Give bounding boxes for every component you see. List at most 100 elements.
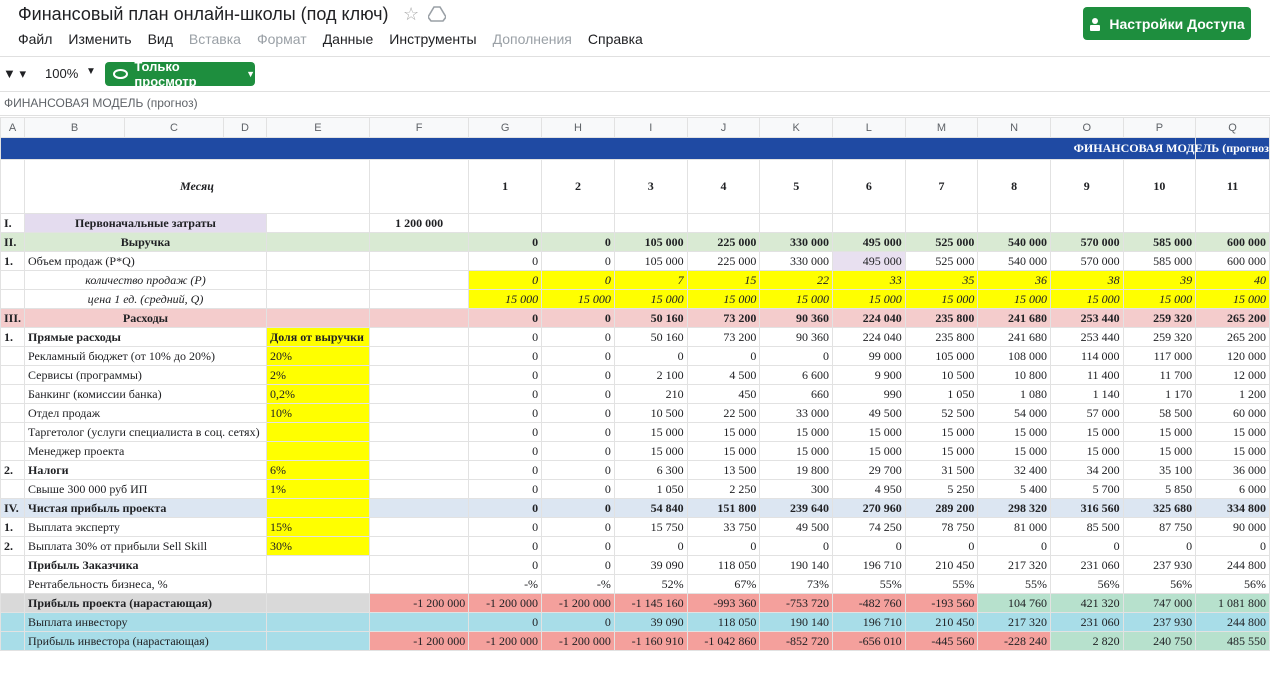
value-cell[interactable] <box>832 213 906 233</box>
month-number[interactable]: 6 <box>832 159 906 214</box>
value-cell[interactable]: 15 000 <box>759 422 834 442</box>
value-cell[interactable]: 0 <box>468 308 543 328</box>
value-cell[interactable]: 120 000 <box>1195 346 1270 366</box>
initial-cell[interactable] <box>368 536 470 556</box>
value-cell[interactable]: 525 000 <box>904 232 979 252</box>
value-cell[interactable]: 52% <box>613 574 688 594</box>
value-cell[interactable]: 585 000 <box>1122 251 1197 271</box>
value-cell[interactable]: 117 000 <box>1122 346 1197 366</box>
value-cell[interactable] <box>1122 213 1197 233</box>
value-cell[interactable]: -482 760 <box>832 593 906 613</box>
value-cell[interactable]: 6 300 <box>613 460 688 480</box>
value-cell[interactable]: 67% <box>686 574 761 594</box>
value-cell[interactable]: 0 <box>686 536 761 556</box>
value-cell[interactable]: 114 000 <box>1049 346 1124 366</box>
value-cell[interactable]: 0 <box>541 479 615 499</box>
row-number[interactable] <box>0 422 26 442</box>
column-header[interactable]: D <box>222 117 267 138</box>
row-label[interactable]: Отдел продаж <box>24 403 267 423</box>
value-cell[interactable]: 6 000 <box>1195 479 1270 499</box>
document-title[interactable]: Финансовый план онлайн-школы (под ключ) <box>18 4 389 25</box>
value-cell[interactable]: 39 090 <box>613 555 688 575</box>
share-cell[interactable] <box>265 232 370 252</box>
value-cell[interactable]: 298 320 <box>977 498 1051 518</box>
value-cell[interactable]: 118 050 <box>686 612 761 632</box>
value-cell[interactable]: 747 000 <box>1122 593 1197 613</box>
column-header[interactable]: C <box>123 117 224 138</box>
value-cell[interactable]: 196 710 <box>832 555 906 575</box>
initial-cell[interactable]: -1 200 000 <box>368 593 470 613</box>
row-label[interactable]: Свыше 300 000 руб ИП <box>24 479 267 499</box>
value-cell[interactable]: 15 750 <box>613 517 688 537</box>
value-cell[interactable]: 0 <box>468 270 543 290</box>
value-cell[interactable]: 33 <box>832 270 906 290</box>
cell[interactable] <box>368 159 470 214</box>
value-cell[interactable]: 0 <box>1049 536 1124 556</box>
value-cell[interactable]: 15 000 <box>1122 441 1197 461</box>
menu-item[interactable]: Файл <box>18 31 52 47</box>
value-cell[interactable]: 224 040 <box>832 308 906 328</box>
value-cell[interactable]: 73% <box>759 574 834 594</box>
value-cell[interactable]: 241 680 <box>977 308 1051 328</box>
value-cell[interactable]: 15 000 <box>468 289 543 309</box>
menu-item[interactable]: Изменить <box>68 31 131 47</box>
row-number[interactable]: III. <box>0 308 26 328</box>
share-cell[interactable] <box>265 289 370 309</box>
value-cell[interactable]: 0 <box>904 536 979 556</box>
value-cell[interactable]: 15 000 <box>541 289 615 309</box>
initial-cell[interactable] <box>368 251 470 271</box>
value-cell[interactable]: 0 <box>541 460 615 480</box>
row-number[interactable]: 1. <box>0 251 26 271</box>
initial-cell[interactable] <box>368 441 470 461</box>
value-cell[interactable]: 15 000 <box>977 422 1051 442</box>
value-cell[interactable]: 316 560 <box>1049 498 1124 518</box>
value-cell[interactable]: 0 <box>541 251 615 271</box>
initial-cell[interactable] <box>368 555 470 575</box>
value-cell[interactable]: 22 500 <box>686 403 761 423</box>
value-cell[interactable]: 15 000 <box>977 441 1051 461</box>
menu-item[interactable]: Справка <box>588 31 643 47</box>
value-cell[interactable]: 585 000 <box>1122 232 1197 252</box>
value-cell[interactable]: 15 000 <box>1195 289 1270 309</box>
value-cell[interactable]: 196 710 <box>832 612 906 632</box>
value-cell[interactable]: 1 200 <box>1195 384 1270 404</box>
value-cell[interactable]: -228 240 <box>977 631 1051 651</box>
value-cell[interactable]: 13 500 <box>686 460 761 480</box>
value-cell[interactable]: 241 680 <box>977 327 1051 347</box>
value-cell[interactable]: 289 200 <box>904 498 979 518</box>
share-cell[interactable]: 6% <box>265 460 370 480</box>
value-cell[interactable]: -1 200 000 <box>541 631 615 651</box>
value-cell[interactable]: 0 <box>541 346 615 366</box>
month-number[interactable]: 3 <box>613 159 688 214</box>
value-cell[interactable]: 90 000 <box>1195 517 1270 537</box>
value-cell[interactable] <box>1049 213 1124 233</box>
row-number[interactable]: II. <box>0 232 26 252</box>
value-cell[interactable]: 39 090 <box>613 612 688 632</box>
initial-cell[interactable] <box>368 308 470 328</box>
value-cell[interactable]: 12 000 <box>1195 365 1270 385</box>
value-cell[interactable]: 49 500 <box>759 517 834 537</box>
value-cell[interactable] <box>686 213 761 233</box>
share-cell[interactable] <box>265 498 370 518</box>
value-cell[interactable]: 151 800 <box>686 498 761 518</box>
value-cell[interactable]: 1 050 <box>904 384 979 404</box>
value-cell[interactable] <box>468 213 543 233</box>
star-icon[interactable]: ☆ <box>403 4 419 25</box>
value-cell[interactable]: -1 200 000 <box>468 593 543 613</box>
value-cell[interactable]: 0 <box>468 327 543 347</box>
value-cell[interactable]: 231 060 <box>1049 612 1124 632</box>
value-cell[interactable]: 0 <box>686 346 761 366</box>
value-cell[interactable]: 237 930 <box>1122 555 1197 575</box>
value-cell[interactable] <box>759 213 834 233</box>
value-cell[interactable]: 0 <box>541 612 615 632</box>
value-cell[interactable]: 15 000 <box>904 422 979 442</box>
value-cell[interactable]: 0 <box>541 365 615 385</box>
value-cell[interactable]: 244 800 <box>1195 555 1270 575</box>
value-cell[interactable]: 450 <box>686 384 761 404</box>
row-label[interactable]: Менеджер проекта <box>24 441 267 461</box>
row-label[interactable]: количество продаж (P) <box>24 270 267 290</box>
initial-cell[interactable] <box>368 612 470 632</box>
value-cell[interactable]: 0 <box>541 441 615 461</box>
value-cell[interactable]: 1 080 <box>977 384 1051 404</box>
value-cell[interactable]: 570 000 <box>1049 251 1124 271</box>
